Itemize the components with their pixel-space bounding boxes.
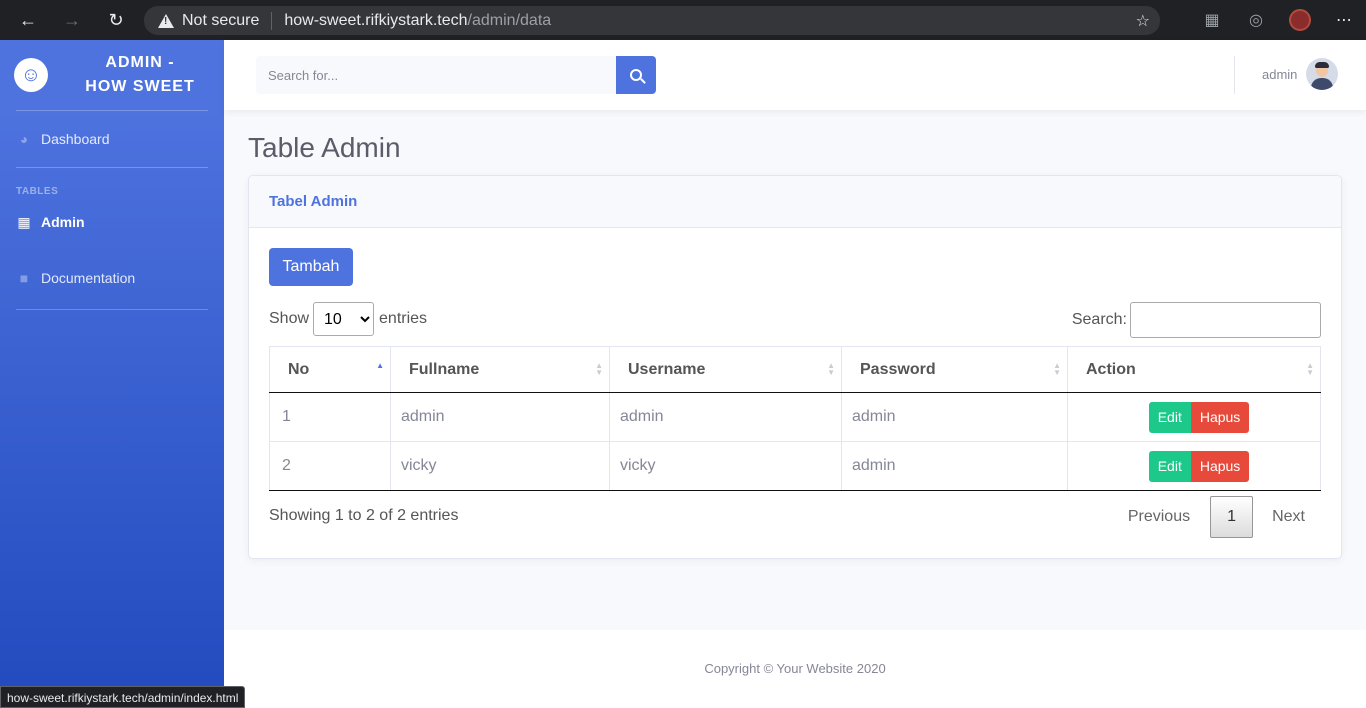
next-button[interactable]: Next [1272,508,1305,526]
edit-button[interactable]: Edit [1148,401,1191,433]
browser-toolbar: ← → ↻ Not secure how-sweet.rifkiystark.t… [0,0,1366,40]
sort-asc-icon: ▲ [376,361,384,370]
card-title: Tabel Admin [249,176,1341,228]
topbar-search [256,56,656,94]
copyright-text: Copyright © Your Website 2020 [704,661,886,676]
more-menu-icon[interactable]: ⋯ [1322,10,1366,30]
table-filter: Search: [1072,302,1321,338]
forward-arrow-icon[interactable]: → [58,6,86,34]
security-label: Not secure [182,11,260,29]
sort-icon: ▲ ▼ [1053,361,1061,377]
status-bar-url: how-sweet.rifkiystark.tech/admin/index.h… [0,686,246,708]
sidebar-item-admin[interactable]: ▦ Admin [0,197,224,247]
delete-button[interactable]: Hapus [1190,401,1250,433]
folder-icon: ■ [19,270,29,286]
column-header-username[interactable]: Username ▲ ▼ [609,346,842,393]
table-info: Showing 1 to 2 of 2 entries [269,507,459,524]
table-row: 1 admin admin admin Edit Hapus [269,392,1321,442]
page-button[interactable]: 1 [1210,496,1254,538]
avatar[interactable] [1306,58,1338,90]
search-button[interactable] [616,56,656,94]
sidebar-item-dashboard[interactable]: ◕ Dashboard [0,111,224,167]
admin-table-card: Tabel Admin Tambah Show 10 entries Searc… [248,175,1342,559]
address-bar[interactable]: Not secure how-sweet.rifkiystark.tech/ad… [144,6,1160,35]
globe-icon[interactable]: ◎ [1234,10,1278,30]
brand-text: ADMIN - HOW SWEET [85,54,195,95]
search-input[interactable] [256,56,616,94]
back-arrow-icon[interactable]: ← [14,6,42,34]
extension-icon[interactable]: ▦ [1190,10,1234,30]
profile-avatar[interactable] [1278,9,1322,31]
page-title: Table Admin [248,132,401,163]
sidebar-divider [16,309,208,310]
sidebar-brand[interactable]: ☺ ADMIN - HOW SWEET [0,40,224,110]
entries-select[interactable]: 10 [313,302,375,336]
topbar-divider [1234,56,1235,94]
sidebar-item-label: Admin [41,214,85,230]
table-row: 2 vicky vicky admin Edit Hapus [269,441,1321,491]
sidebar-item-label: Dashboard [41,131,110,147]
column-header-no[interactable]: No ▲ [269,346,391,393]
table-icon: ▦ [17,213,31,230]
edit-button[interactable]: Edit [1148,450,1191,482]
pagination: Previous 1 Next [1128,496,1321,538]
bookmark-star-icon[interactable]: ☆ [1136,11,1150,31]
column-header-fullname[interactable]: Fullname ▲ ▼ [390,346,610,393]
delete-button[interactable]: Hapus [1190,450,1250,482]
search-icon [630,69,642,81]
warning-icon [158,13,174,28]
column-header-password[interactable]: Password ▲ ▼ [841,346,1068,393]
sidebar: ☺ ADMIN - HOW SWEET ◕ Dashboard TABLES ▦… [0,40,224,708]
sort-icon: ▲ ▼ [1306,361,1314,377]
add-button[interactable]: Tambah [269,248,353,286]
table-search-input[interactable] [1130,302,1321,338]
url-path: /admin/data [467,11,552,29]
sidebar-item-label: Documentation [41,270,136,286]
footer: Copyright © Your Website 2020 [224,630,1366,708]
tachometer-icon: ◕ [19,131,29,147]
sort-icon: ▲ ▼ [827,361,835,377]
user-name[interactable]: admin [1262,67,1297,82]
column-header-action[interactable]: Action ▲ ▼ [1067,346,1321,393]
entries-length-control: Show 10 entries [269,302,427,336]
sidebar-heading: TABLES [16,186,59,197]
wink-face-icon: ☺ [14,58,48,92]
sort-icon: ▲ ▼ [595,361,603,377]
url-host: how-sweet.rifkiystark.tech [284,11,468,29]
sidebar-item-documentation[interactable]: ■ Documentation [0,247,224,309]
previous-button[interactable]: Previous [1128,508,1190,526]
topbar: admin [224,40,1366,110]
reload-icon[interactable]: ↻ [102,6,130,34]
admin-table: No ▲ Fullname ▲ ▼ Username ▲ ▼ Password ▲ ▼ Act… [269,346,1321,491]
